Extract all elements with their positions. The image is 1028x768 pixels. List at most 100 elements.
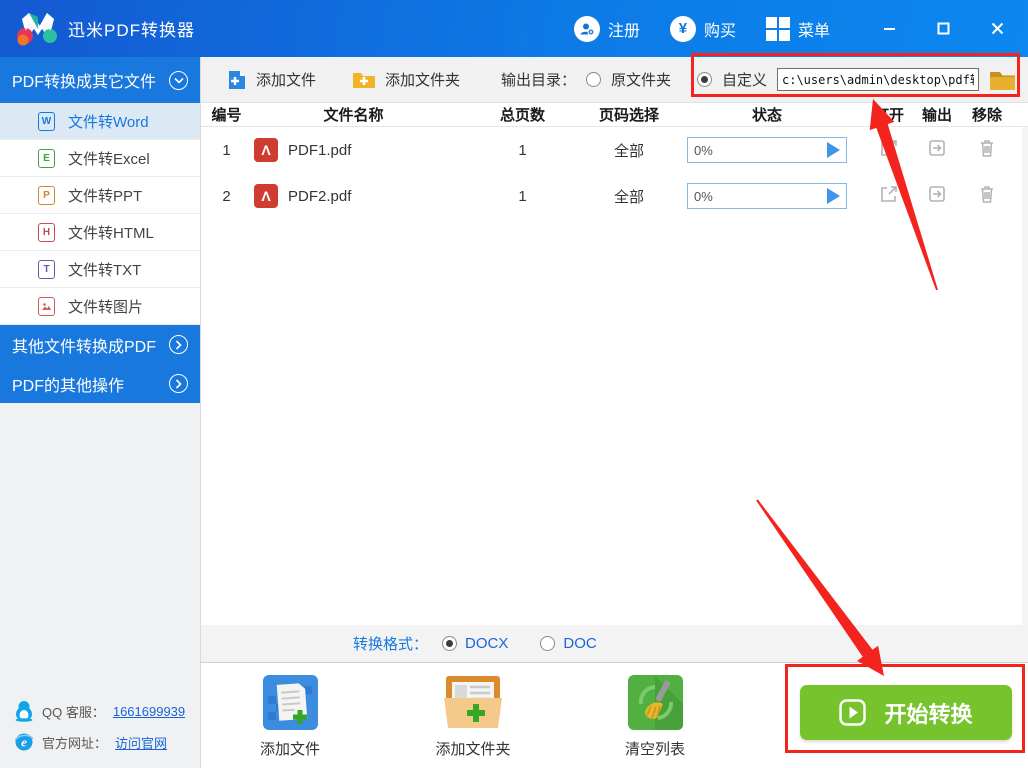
- output-folder-icon[interactable]: [927, 138, 947, 158]
- table-row: 2 Λ PDF2.pdf 1 全部 0%: [201, 173, 1022, 219]
- word-doc-icon: W: [38, 111, 55, 131]
- col-header-range: 页码选择: [598, 107, 659, 124]
- radio-original-folder[interactable]: [585, 72, 601, 87]
- txt-doc-icon: T: [38, 259, 55, 279]
- delete-row-icon[interactable]: [978, 184, 996, 204]
- sidebar-section-other-to-pdf[interactable]: 其他文件转换成PDF: [0, 325, 200, 364]
- radio-docx[interactable]: [442, 636, 458, 651]
- page-range[interactable]: 全部: [590, 140, 668, 161]
- add-folder-big-label: 添加文件夹: [435, 741, 511, 758]
- titlebar: 迅米PDF转换器 注册 ¥ 购买 菜单: [0, 0, 1028, 57]
- add-file-big-label: 添加文件: [259, 741, 320, 758]
- sidebar-footer: QQ 客服： 1661699939 e 官方网址： 访问官网: [0, 690, 200, 768]
- sidebar-item-to-txt[interactable]: T 文件转TXT: [0, 251, 200, 288]
- add-folder-icon: [353, 72, 376, 88]
- clear-list-icon: [627, 675, 683, 730]
- section-label: PDF转换成其它文件: [12, 74, 157, 91]
- app-title: 迅米PDF转换器: [68, 21, 195, 40]
- radio-original-label[interactable]: 原文件夹: [611, 69, 671, 90]
- add-folder-button[interactable]: 添加文件夹: [352, 69, 460, 90]
- main-panel: 添加文件 添加文件夹 输出目录： 原文件夹 自定义 c:\users\admin…: [201, 57, 1028, 768]
- buy-label: 购买: [703, 22, 736, 40]
- official-site-link[interactable]: 访问官网: [115, 733, 167, 752]
- total-pages: 1: [518, 141, 527, 159]
- add-file-button[interactable]: 添加文件: [227, 69, 316, 91]
- col-header-name: 文件名称: [323, 107, 384, 124]
- row-number: 1: [222, 141, 231, 159]
- total-pages: 1: [518, 187, 527, 205]
- sidebar-item-to-html[interactable]: H 文件转HTML: [0, 214, 200, 251]
- add-folder-big-button[interactable]: 添加文件夹: [418, 674, 528, 759]
- register-label: 注册: [607, 22, 640, 40]
- row-start-icon[interactable]: [827, 142, 840, 158]
- progress-bar: 0%: [687, 183, 847, 209]
- sidebar: PDF转换成其它文件 W 文件转Word E 文件转Excel P 文件转PPT…: [0, 57, 201, 768]
- clear-list-button[interactable]: 清空列表: [600, 674, 710, 759]
- radio-custom-label[interactable]: 自定义: [722, 69, 767, 90]
- row-start-icon[interactable]: [827, 188, 840, 204]
- start-convert-button[interactable]: 开始转换: [800, 685, 1012, 740]
- titlebar-nav: 注册 ¥ 购买 菜单: [573, 15, 830, 42]
- section-label: 其他文件转换成PDF: [12, 338, 157, 356]
- sidebar-item-to-image[interactable]: 文件转图片: [0, 288, 200, 325]
- official-site-label: 官方网址：: [42, 735, 108, 751]
- delete-row-icon[interactable]: [978, 138, 996, 158]
- sidebar-item-to-excel[interactable]: E 文件转Excel: [0, 140, 200, 177]
- format-option-docx[interactable]: DOCX: [442, 635, 508, 652]
- item-label: 文件转Word: [68, 113, 149, 131]
- clear-list-label: 清空列表: [624, 741, 685, 758]
- format-label: 转换格式：: [353, 636, 429, 653]
- browse-folder-icon[interactable]: [989, 69, 1016, 91]
- menu-grid-icon: [765, 16, 790, 41]
- radio-doc[interactable]: [540, 636, 556, 651]
- file-name: PDF1.pdf: [288, 141, 352, 159]
- open-file-icon[interactable]: [879, 184, 899, 204]
- qq-number-link[interactable]: 1661699939: [113, 704, 185, 719]
- html-doc-icon: H: [38, 222, 55, 242]
- chevron-right-icon: [169, 374, 188, 393]
- open-file-icon[interactable]: [879, 138, 899, 158]
- table-row: 1 Λ PDF1.pdf 1 全部 0%: [201, 127, 1022, 173]
- close-button[interactable]: [982, 14, 1012, 44]
- sidebar-item-to-ppt[interactable]: P 文件转PPT: [0, 177, 200, 214]
- chevron-right-icon: [169, 335, 188, 354]
- register-user-icon: [573, 15, 600, 42]
- menu-button[interactable]: 菜单: [765, 16, 830, 41]
- add-file-big-button[interactable]: 添加文件: [235, 674, 345, 759]
- radio-custom[interactable]: [696, 72, 712, 87]
- play-icon: [839, 699, 867, 726]
- progress-value: 0%: [694, 188, 713, 204]
- page-range[interactable]: 全部: [590, 186, 668, 207]
- sidebar-section-pdf-to-other[interactable]: PDF转换成其它文件: [0, 57, 200, 103]
- col-header-no: 编号: [211, 107, 242, 124]
- add-file-big-icon: [262, 675, 318, 730]
- start-convert-label: 开始转换: [884, 701, 973, 727]
- app-window: 迅米PDF转换器 注册 ¥ 购买 菜单 PDF转换成其它文件 W 文件转Word…: [0, 0, 1028, 768]
- app-logo-icon: [17, 12, 57, 45]
- excel-doc-icon: E: [38, 148, 55, 168]
- col-header-open: 打开: [873, 107, 904, 124]
- minimize-button[interactable]: [874, 14, 904, 44]
- col-header-pages: 总页数: [499, 107, 545, 124]
- section-label: PDF的其他操作: [12, 377, 125, 395]
- menu-label: 菜单: [797, 22, 830, 40]
- item-label: 文件转图片: [68, 298, 144, 316]
- sidebar-item-to-word[interactable]: W 文件转Word: [0, 103, 200, 140]
- output-path-input[interactable]: [777, 68, 979, 91]
- register-button[interactable]: 注册: [573, 15, 640, 42]
- item-label: 文件转Excel: [68, 150, 150, 168]
- format-option-doc[interactable]: DOC: [540, 635, 597, 652]
- maximize-button[interactable]: [928, 14, 958, 44]
- output-dir-label: 输出目录：: [500, 72, 576, 89]
- image-icon: [38, 296, 55, 316]
- toolbar: 添加文件 添加文件夹 输出目录： 原文件夹 自定义: [201, 57, 1028, 103]
- buy-button[interactable]: ¥ 购买: [669, 15, 736, 42]
- add-folder-big-icon: [444, 676, 502, 728]
- col-header-status: 状态: [751, 107, 782, 124]
- output-folder-icon[interactable]: [927, 184, 947, 204]
- sidebar-section-pdf-ops[interactable]: PDF的其他操作: [0, 364, 200, 403]
- progress-value: 0%: [694, 142, 713, 158]
- browser-e-icon: e: [14, 733, 34, 751]
- progress-bar: 0%: [687, 137, 847, 163]
- table-header-row: 编号 文件名称 总页数 页码选择 状态 打开 输出 移除: [201, 103, 1028, 127]
